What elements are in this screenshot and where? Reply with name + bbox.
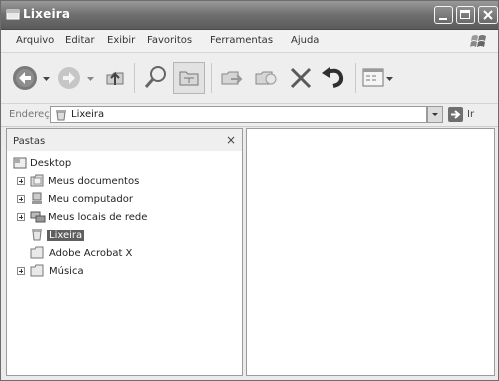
documents-folder-icon	[30, 174, 44, 187]
go-label[interactable]: Ir	[467, 109, 474, 120]
address-bar: Endereço Lixeira Ir	[1, 104, 498, 127]
maximize-button[interactable]	[456, 6, 475, 24]
toolbar-separator	[355, 63, 356, 93]
content-pane[interactable]	[246, 128, 495, 376]
views-button[interactable]	[361, 66, 385, 90]
tree-item-label: Meus documentos	[48, 176, 140, 187]
up-folder-button[interactable]	[102, 64, 130, 92]
explorer-window: Lixeira Arquivo Editar Exibir Favoritos …	[0, 0, 499, 381]
toolbar-separator	[211, 63, 212, 93]
tree-item-label: Meu computador	[48, 194, 133, 205]
title-bar[interactable]: Lixeira	[1, 1, 498, 30]
minimize-icon	[439, 18, 447, 20]
recycle-bin-icon	[32, 229, 42, 241]
tree-item-label: Música	[49, 266, 84, 277]
close-icon	[483, 10, 493, 20]
tree-item-label: Meus locais de rede	[48, 212, 148, 223]
tree-item-label: Adobe Acrobat X	[49, 248, 133, 259]
arrow-right-icon	[451, 110, 461, 119]
menu-editar[interactable]: Editar	[65, 35, 95, 46]
forward-dropdown-icon[interactable]	[87, 77, 94, 82]
menu-bar: Arquivo Editar Exibir Favoritos Ferramen…	[1, 30, 498, 53]
menu-favoritos[interactable]: Favoritos	[147, 35, 192, 46]
network-icon	[30, 211, 46, 223]
menu-ferramentas[interactable]: Ferramentas	[210, 35, 273, 46]
address-dropdown-button[interactable]	[427, 106, 443, 123]
go-button[interactable]	[448, 107, 463, 122]
address-label: Endereço	[9, 109, 56, 120]
windows-logo-icon	[470, 35, 486, 47]
folders-header: Pastas ×	[7, 129, 242, 151]
move-to-button[interactable]	[218, 64, 246, 92]
menu-arquivo[interactable]: Arquivo	[16, 35, 54, 46]
back-button[interactable]	[11, 63, 41, 93]
back-dropdown-icon[interactable]	[43, 77, 50, 82]
views-dropdown-icon[interactable]	[386, 77, 393, 82]
address-value: Lixeira	[71, 109, 105, 120]
window-title: Lixeira	[23, 7, 71, 21]
delete-button[interactable]	[287, 64, 315, 92]
folder-icon	[30, 246, 44, 259]
folder-icon	[30, 264, 44, 277]
expand-icon[interactable]	[17, 195, 25, 203]
menu-ajuda[interactable]: Ajuda	[291, 35, 319, 46]
tree-item-label-selected: Lixeira	[47, 230, 85, 241]
search-button[interactable]	[141, 63, 171, 93]
toolbar	[1, 53, 498, 104]
undo-button[interactable]	[319, 64, 349, 92]
address-field[interactable]: Lixeira	[50, 106, 427, 123]
toolbar-separator	[134, 63, 135, 93]
tree-item-label: Desktop	[30, 158, 72, 169]
copy-to-button[interactable]	[252, 64, 280, 92]
forward-button[interactable]	[55, 64, 83, 92]
folders-close-button[interactable]: ×	[226, 133, 236, 147]
expand-icon[interactable]	[17, 213, 25, 221]
computer-icon	[32, 192, 42, 204]
desktop-icon	[13, 157, 27, 169]
folders-button[interactable]	[173, 62, 205, 94]
expand-icon[interactable]	[17, 177, 25, 185]
maximize-icon	[460, 10, 470, 19]
expand-icon[interactable]	[17, 267, 25, 275]
minimize-button[interactable]	[434, 6, 453, 24]
close-button[interactable]	[478, 6, 498, 24]
recycle-bin-icon	[6, 9, 20, 20]
recycle-bin-icon	[56, 110, 66, 121]
chevron-down-icon	[432, 113, 438, 116]
folders-pane: Pastas × Desktop Meus documentos Meu com…	[6, 128, 243, 376]
folders-title: Pastas	[13, 136, 46, 147]
folders-icon	[179, 71, 199, 86]
menu-exibir[interactable]: Exibir	[107, 35, 135, 46]
